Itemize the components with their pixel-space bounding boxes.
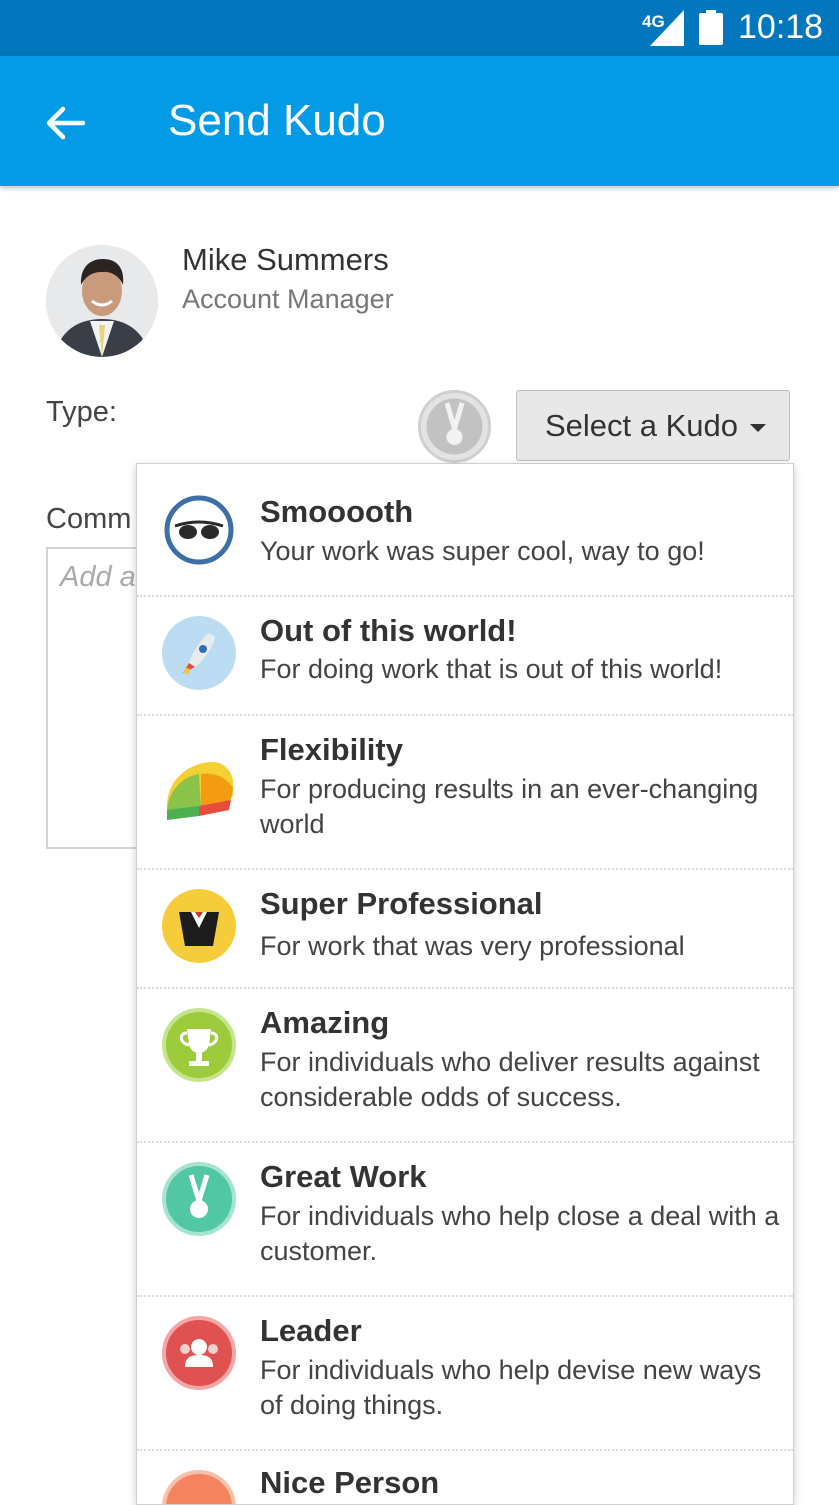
kudo-description: For producing results in an ever-changin… — [260, 774, 759, 839]
kudo-option-nice-person[interactable]: Nice Person — [137, 1451, 793, 1504]
battery-icon — [699, 10, 723, 45]
recipient-role: Account Manager — [182, 284, 394, 314]
comment-placeholder: Add a — [60, 561, 136, 593]
select-kudo-button[interactable]: Select a Kudo — [516, 390, 790, 461]
kudo-description: For doing work that is out of this world… — [260, 654, 723, 684]
kudo-name: Nice Person — [260, 1465, 440, 1500]
kudo-dropdown: Smooooth Your work was super cool, way t… — [136, 463, 794, 1505]
back-button[interactable] — [36, 94, 94, 152]
tuxedo-icon — [162, 889, 236, 963]
avatar — [46, 245, 158, 357]
kudo-name: Great Work — [260, 1159, 427, 1194]
trophy-icon — [162, 1008, 236, 1082]
recipient-name: Mike Summers — [182, 242, 389, 277]
kudo-name: Amazing — [260, 1005, 390, 1040]
app-bar: Send Kudo — [0, 56, 839, 186]
smile-icon — [162, 1470, 236, 1504]
kudo-option-leader[interactable]: Leader For individuals who help devise n… — [137, 1297, 793, 1451]
kudo-option-super-professional[interactable]: Super Professional For work that was ver… — [137, 870, 793, 989]
kudo-name: Leader — [260, 1313, 362, 1348]
page-title: Send Kudo — [168, 96, 386, 145]
rocket-icon — [162, 616, 236, 690]
comment-label: Comm — [46, 503, 132, 535]
kudo-option-great-work[interactable]: Great Work For individuals who help clos… — [137, 1143, 793, 1297]
type-label: Type: — [46, 396, 117, 428]
kudo-option-smooooth[interactable]: Smooooth Your work was super cool, way t… — [137, 464, 793, 597]
kudo-description: For work that was very professional — [260, 931, 685, 961]
leader-icon — [162, 1316, 236, 1390]
sunglasses-icon — [164, 495, 234, 565]
kudo-option-flexibility[interactable]: Flexibility For producing results in an … — [137, 716, 793, 870]
medal-icon — [162, 1162, 236, 1236]
caret-down-icon — [750, 423, 767, 432]
kudo-description: For individuals who deliver results agai… — [260, 1047, 760, 1112]
kudo-name: Out of this world! — [260, 613, 517, 648]
slinky-icon — [167, 762, 233, 820]
kudo-name: Smooooth — [260, 494, 414, 529]
kudo-description: For individuals who help devise new ways… — [260, 1355, 762, 1420]
select-kudo-label: Select a Kudo — [545, 407, 739, 443]
medal-placeholder-icon — [418, 390, 491, 463]
kudo-option-amazing[interactable]: Amazing For individuals who deliver resu… — [137, 989, 793, 1143]
status-time: 10:18 — [738, 8, 824, 46]
kudo-name: Super Professional — [260, 886, 543, 921]
kudo-description: For individuals who help close a deal wi… — [260, 1201, 780, 1266]
kudo-description: Your work was super cool, way to go! — [260, 536, 705, 566]
network-type: 4G — [642, 12, 665, 31]
kudo-name: Flexibility — [260, 732, 403, 767]
kudo-option-out-of-this-world[interactable]: Out of this world! For doing work that i… — [137, 597, 793, 716]
status-bar: 4G 10:18 — [0, 0, 839, 56]
arrow-left-icon — [46, 106, 85, 140]
